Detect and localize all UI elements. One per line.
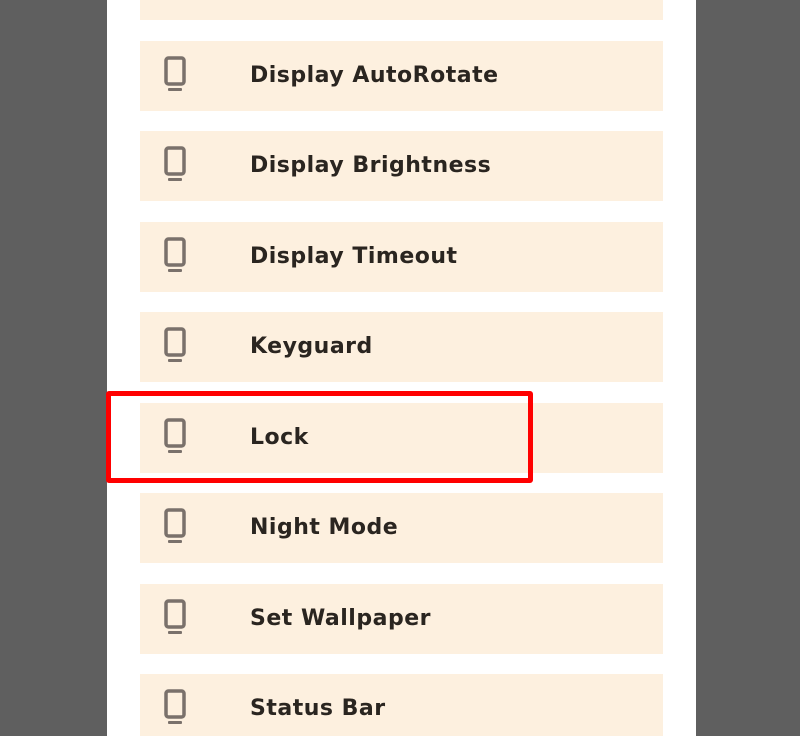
smartphone-icon xyxy=(164,0,186,1)
list-item-label: Set Wallpaper xyxy=(250,605,431,631)
settings-panel: Display AutoRotate Display Brightness Di… xyxy=(107,0,696,736)
smartphone-icon xyxy=(164,508,186,544)
list-item-label: Display AutoRotate xyxy=(250,62,499,88)
settings-list: Display AutoRotate Display Brightness Di… xyxy=(140,0,663,736)
list-item-night-mode[interactable]: Night Mode xyxy=(140,493,663,563)
list-item-display-timeout[interactable]: Display Timeout xyxy=(140,221,663,292)
list-item-label: Display Brightness xyxy=(250,153,492,178)
smartphone-icon xyxy=(164,327,186,363)
smartphone-icon xyxy=(164,55,186,92)
list-item-set-wallpaper[interactable]: Set Wallpaper xyxy=(140,583,663,654)
list-item-label: Display Timeout xyxy=(250,243,458,269)
smartphone-icon xyxy=(164,689,186,725)
list-item-lock[interactable]: Lock xyxy=(140,402,663,473)
list-item-label: Lock xyxy=(250,424,309,450)
smartphone-icon xyxy=(164,598,186,635)
smartphone-icon xyxy=(164,236,186,273)
list-item-keyguard[interactable]: Keyguard xyxy=(140,312,663,382)
list-item-partial[interactable] xyxy=(140,0,663,20)
list-item-display-brightness[interactable]: Display Brightness xyxy=(140,131,663,201)
list-item-label: Night Mode xyxy=(250,515,399,540)
smartphone-icon xyxy=(164,146,186,182)
list-item-label: Status Bar xyxy=(250,696,386,721)
list-item-display-autorotate[interactable]: Display AutoRotate xyxy=(140,40,663,111)
smartphone-icon xyxy=(164,417,186,454)
list-item-status-bar[interactable]: Status Bar xyxy=(140,674,663,736)
list-item-label: Keyguard xyxy=(250,334,373,359)
